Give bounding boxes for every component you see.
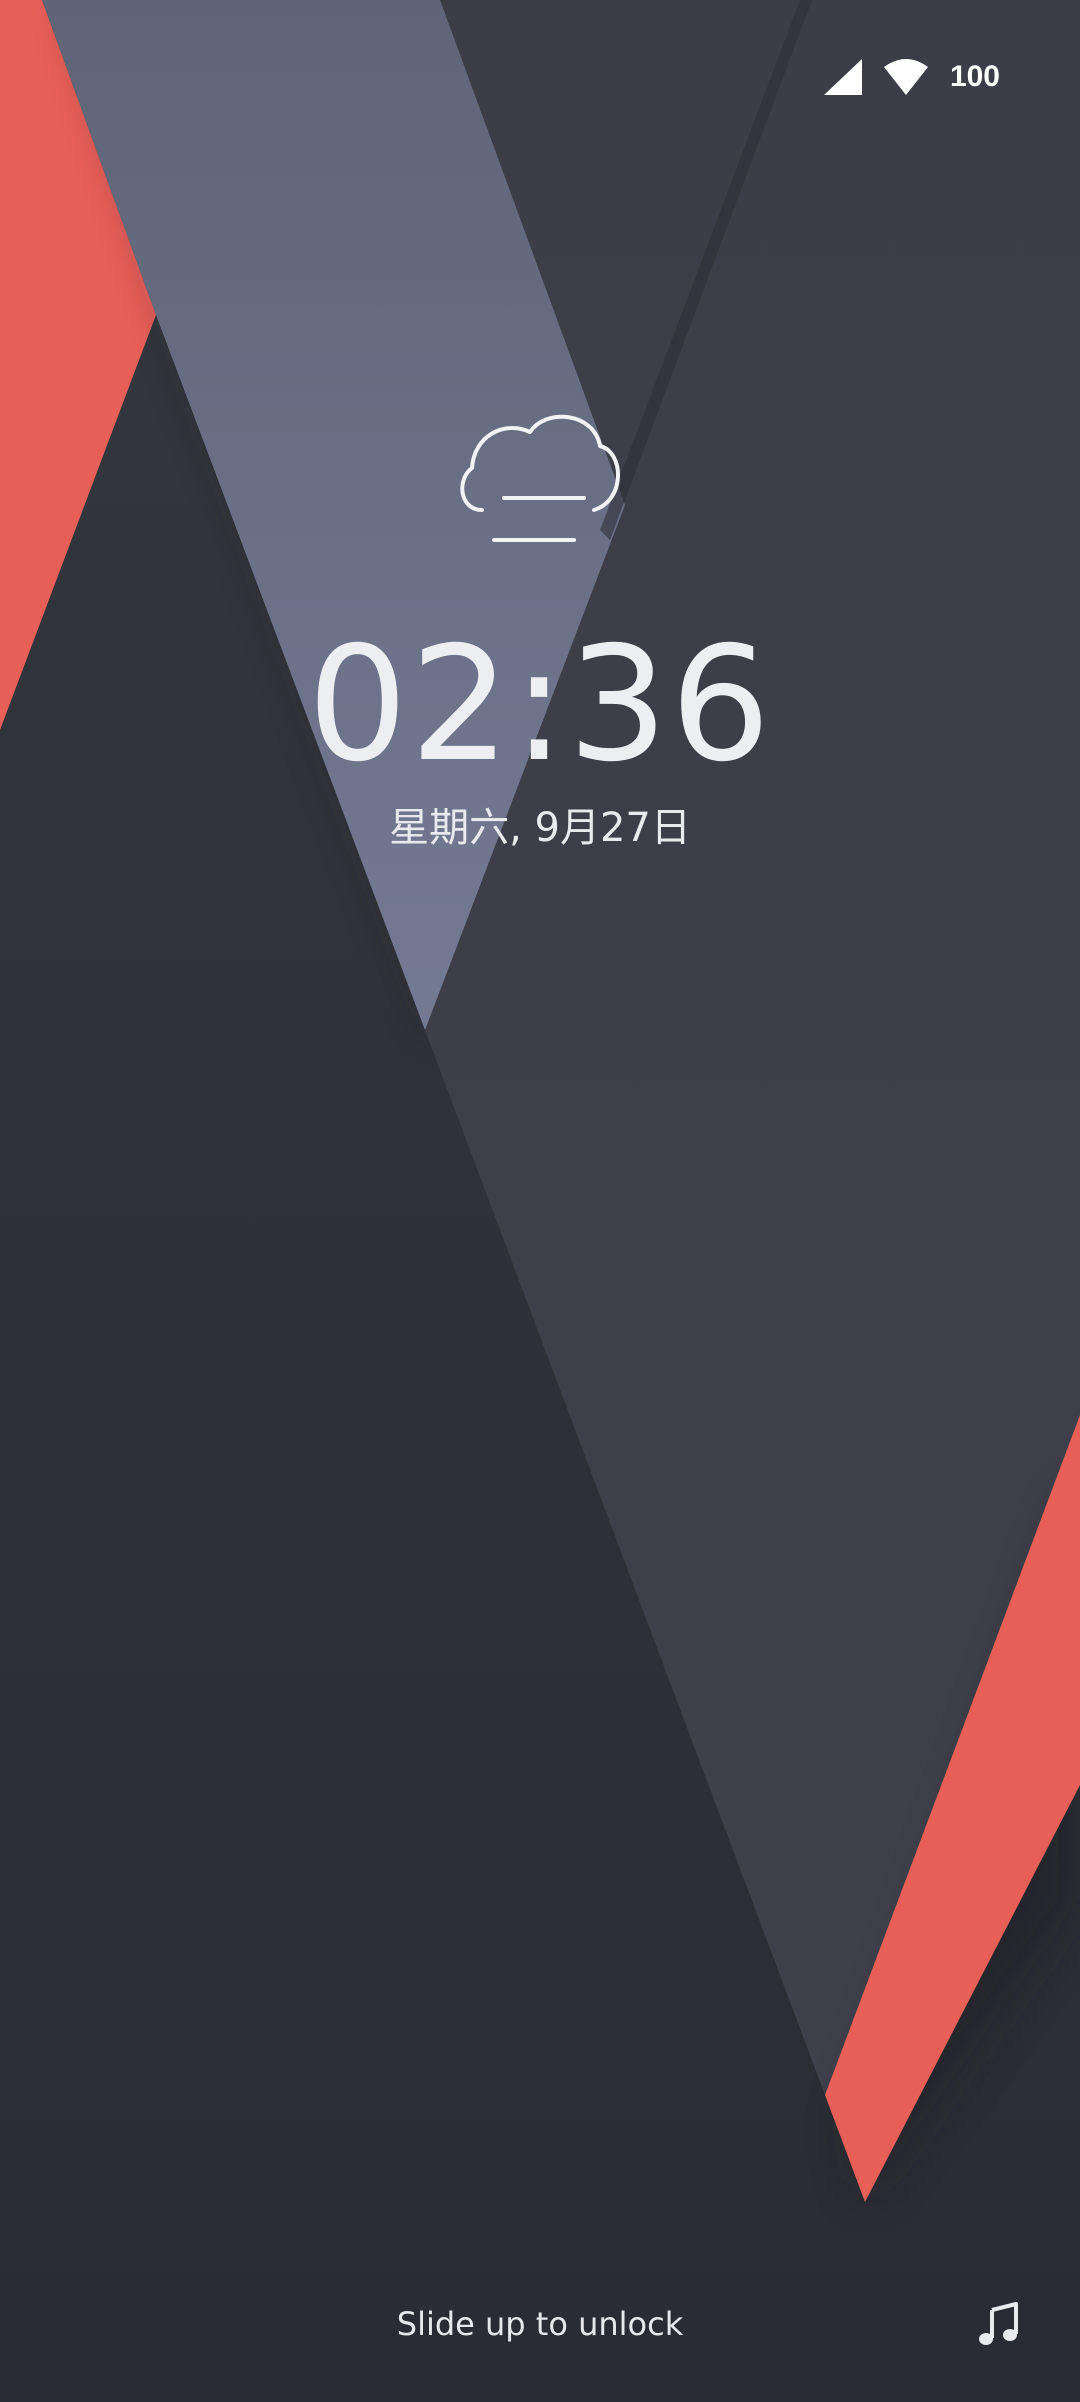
status-bar: 100 xyxy=(823,52,1000,102)
cellular-signal-icon xyxy=(823,59,862,95)
clock-time[interactable]: 02:36 xyxy=(0,615,1080,795)
date-label: 星期六, 9月27日 xyxy=(389,805,691,851)
wifi-icon xyxy=(883,59,928,95)
unlock-hint[interactable]: Slide up to unlock xyxy=(0,2302,1080,2346)
cloudy-fog-icon[interactable] xyxy=(454,400,624,550)
music-note-icon[interactable] xyxy=(976,2300,1024,2348)
battery-level: 100 xyxy=(949,60,1000,93)
lock-screen[interactable]: 100 02:36 星期六, 9月27日 Slide up to unlock xyxy=(0,0,1080,2402)
wallpaper-background xyxy=(0,0,1080,2402)
